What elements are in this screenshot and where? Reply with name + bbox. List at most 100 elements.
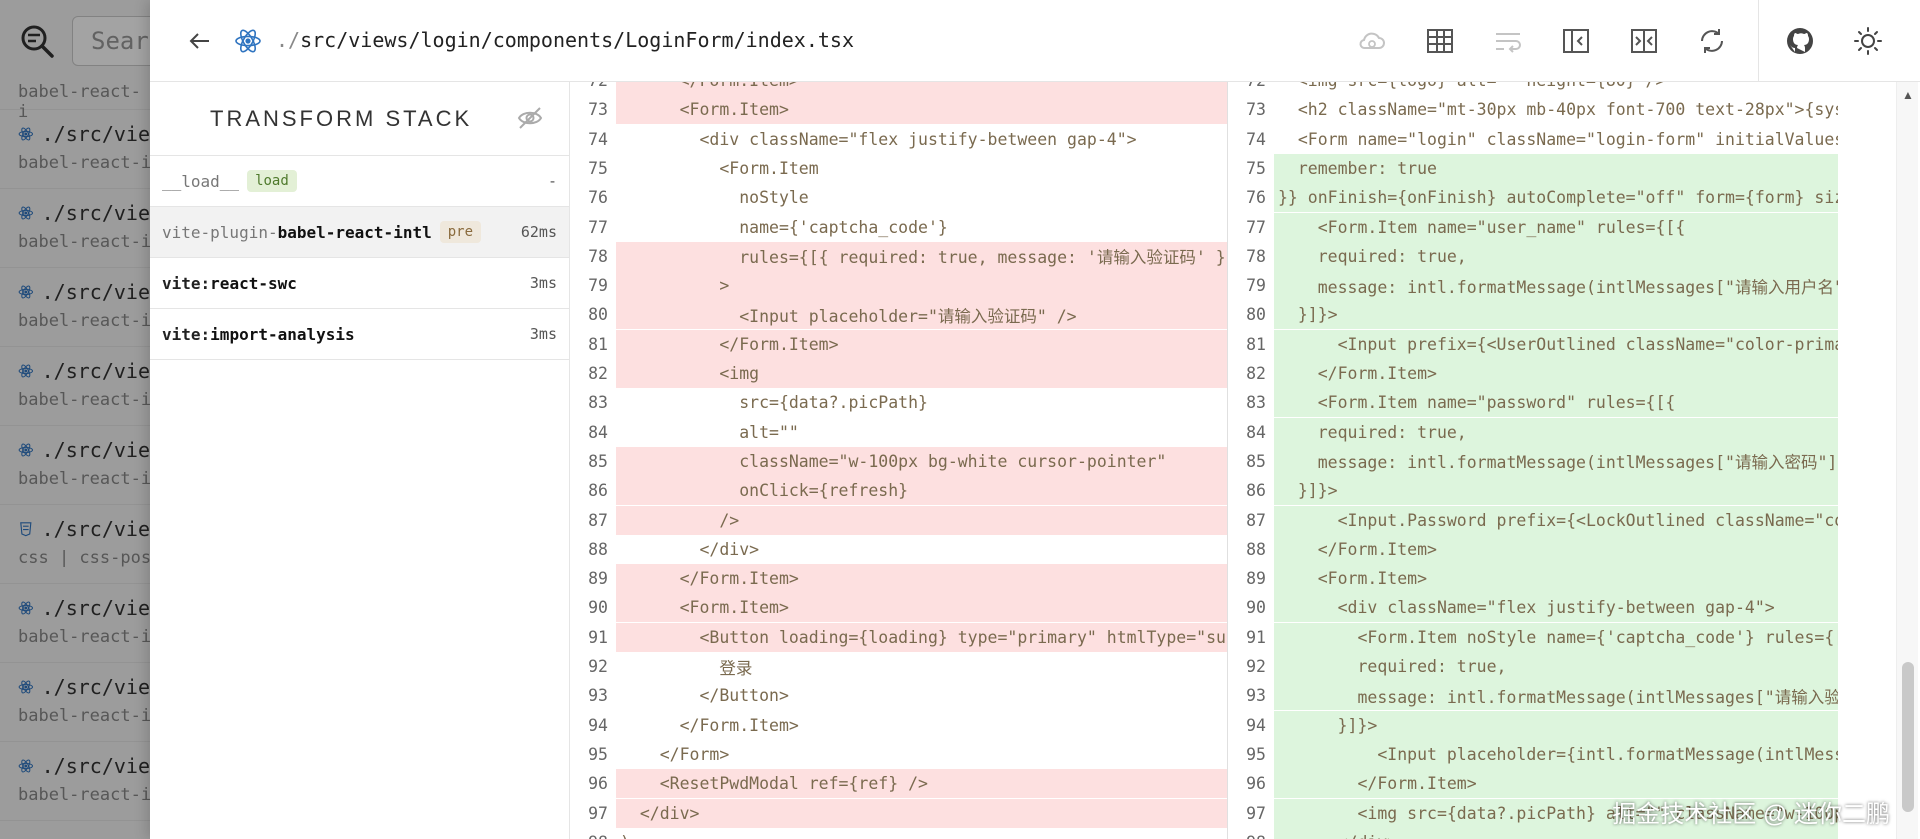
code-line: 82 </Form.Item>	[1228, 359, 1838, 388]
plugin-badge: pre	[439, 221, 482, 243]
code-line: 76 noStyle	[570, 183, 1227, 212]
line-number: 80	[588, 305, 608, 325]
split-diff-icon[interactable]	[1628, 25, 1660, 57]
code-line: 90 <div className="flex justify-between …	[1228, 593, 1838, 623]
plugin-row[interactable]: __load__ load -	[150, 156, 569, 207]
plugin-name-prefix: vite:	[162, 324, 211, 344]
code-line: 88 </Form.Item>	[1228, 534, 1838, 564]
line-number: 80	[1246, 305, 1266, 325]
plugin-row[interactable]: vite:import-analysis 3ms	[150, 309, 569, 360]
refresh-icon[interactable]	[1696, 25, 1728, 57]
plugin-name-prefix: vite:	[162, 273, 211, 293]
code-line: 89 </Form.Item>	[570, 564, 1227, 594]
modal-backdrop[interactable]	[0, 0, 150, 839]
plugin-row[interactable]: vite:react-swc 3ms	[150, 258, 569, 309]
line-number: 85	[1246, 451, 1266, 471]
code-line: 79 >	[570, 271, 1227, 301]
code-line: 84 alt=""	[570, 418, 1227, 447]
plugin-time: 3ms	[529, 274, 557, 292]
code-line: 85 className="w-100px bg-white cursor-po…	[570, 446, 1227, 476]
sun-icon[interactable]	[1852, 25, 1884, 57]
code-line: 73 <h2 className="mt-30px mb-40px font-7…	[1228, 95, 1838, 124]
line-number: 76	[1246, 188, 1266, 208]
line-number: 91	[1246, 627, 1266, 647]
line-number: 92	[1246, 657, 1266, 676]
code-text: </Button>	[620, 686, 789, 706]
line-number: 83	[588, 393, 608, 413]
scroll-up-icon[interactable]: ▲	[1902, 88, 1914, 102]
code-text: required: true,	[1278, 246, 1467, 266]
code-line: 77 name={'captcha_code'}	[570, 213, 1227, 242]
code-line: 77 <Form.Item name="user_name" rules={[{	[1228, 212, 1838, 242]
code-line: 74 <div className="flex justify-between …	[570, 125, 1227, 154]
code-line: 87 />	[570, 505, 1227, 535]
code-text: <Form.Item noStyle name={'captcha_code'}…	[1278, 627, 1838, 647]
code-line: 80 }]}>	[1228, 300, 1838, 330]
line-number: 72	[1228, 82, 1270, 90]
line-number: 83	[1246, 393, 1266, 413]
code-line: 85 message: intl.formatMessage(intlMessa…	[1228, 446, 1838, 476]
code-text: 登录	[620, 658, 753, 678]
github-icon[interactable]	[1784, 25, 1816, 57]
code-line: 86 }]}>	[1228, 476, 1838, 506]
code-text: <Input.Password prefix={<LockOutlined cl…	[1278, 510, 1838, 530]
eye-off-icon[interactable]	[516, 104, 544, 132]
code-text: </div>	[1270, 833, 1398, 839]
scrollbar-thumb[interactable]	[1902, 662, 1914, 812]
code-text: }]}>	[1278, 305, 1338, 325]
panel-header: ./src/views/login/components/LoginForm/i…	[150, 0, 1920, 82]
code-scrollbar[interactable]: ▲	[1896, 82, 1918, 839]
line-number: 88	[588, 539, 608, 559]
code-line: 87 <Input.Password prefix={<LockOutlined…	[1228, 505, 1838, 535]
code-text: <h2 className="mt-30px mb-40px font-700 …	[1278, 100, 1838, 120]
plugin-time: 3ms	[529, 325, 557, 343]
plugin-row[interactable]: vite-plugin-babel-react-intl pre 62ms	[150, 207, 569, 258]
line-number: 77	[588, 217, 608, 237]
code-text: remember: true	[1278, 158, 1437, 178]
code-line: 96 <ResetPwdModal ref={ref} />	[570, 769, 1227, 799]
line-number: 82	[588, 364, 608, 383]
line-number: 93	[588, 686, 608, 706]
code-line: 93 message: intl.formatMessage(intlMessa…	[1228, 681, 1838, 711]
cloud-icon[interactable]	[1356, 25, 1388, 57]
code-line: 97 </div>	[570, 798, 1227, 828]
code-line: 83 src={data?.picPath}	[570, 388, 1227, 417]
wrap-icon[interactable]	[1492, 25, 1524, 57]
line-number: 73	[1246, 100, 1266, 120]
line-number: 90	[1246, 598, 1266, 618]
code-line: 98 </div>	[1228, 827, 1838, 839]
plugin-name-prefix: __load__	[162, 171, 240, 191]
code-text: );	[612, 833, 640, 839]
code-line: 84 required: true,	[1228, 417, 1838, 447]
plugin-name-main: import-analysis	[210, 324, 355, 344]
code-text: required: true,	[1278, 657, 1507, 676]
code-line: 94 </Form.Item>	[570, 711, 1227, 740]
code-line: 95 <Input placeholder={intl.formatMessag…	[1228, 739, 1838, 769]
back-arrow-icon[interactable]	[186, 27, 214, 55]
collapse-left-icon[interactable]	[1560, 25, 1592, 57]
code-line: 95 </Form>	[570, 740, 1227, 769]
code-text: rules={[{ required: true, message: '请输入验…	[620, 248, 1226, 268]
code-text: </Form.Item>	[1278, 364, 1437, 383]
code-text: <img src={logo} alt="" height={80} />	[1270, 82, 1666, 90]
transform-stack-header: TRANSFORM STACK	[150, 82, 569, 156]
plugin-name-prefix: vite-plugin-	[162, 222, 278, 242]
code-line: 75 <Form.Item	[570, 154, 1227, 183]
file-path-prefix: ./	[276, 28, 301, 52]
code-text: <Form.Item>	[620, 598, 789, 618]
code-line: 91 <Form.Item noStyle name={'captcha_cod…	[1228, 622, 1838, 652]
code-line: 79 message: intl.formatMessage(intlMessa…	[1228, 271, 1838, 301]
line-number: 94	[1246, 715, 1266, 735]
code-text: <Input placeholder={intl.formatMessage(i…	[1278, 744, 1838, 764]
line-number: 75	[588, 158, 608, 178]
table-icon[interactable]	[1424, 25, 1456, 57]
line-number: 79	[588, 276, 608, 296]
code-text: noStyle	[620, 188, 809, 208]
code-text: <Input placeholder="请输入验证码" />	[620, 306, 1077, 326]
code-line: 93 </Button>	[570, 681, 1227, 710]
added-highlight	[1274, 300, 1838, 330]
line-number: 85	[588, 451, 608, 471]
code-text: <Form.Item	[620, 158, 819, 178]
line-number: 86	[1246, 481, 1266, 501]
code-text: <ResetPwdModal ref={ref} />	[620, 774, 928, 794]
